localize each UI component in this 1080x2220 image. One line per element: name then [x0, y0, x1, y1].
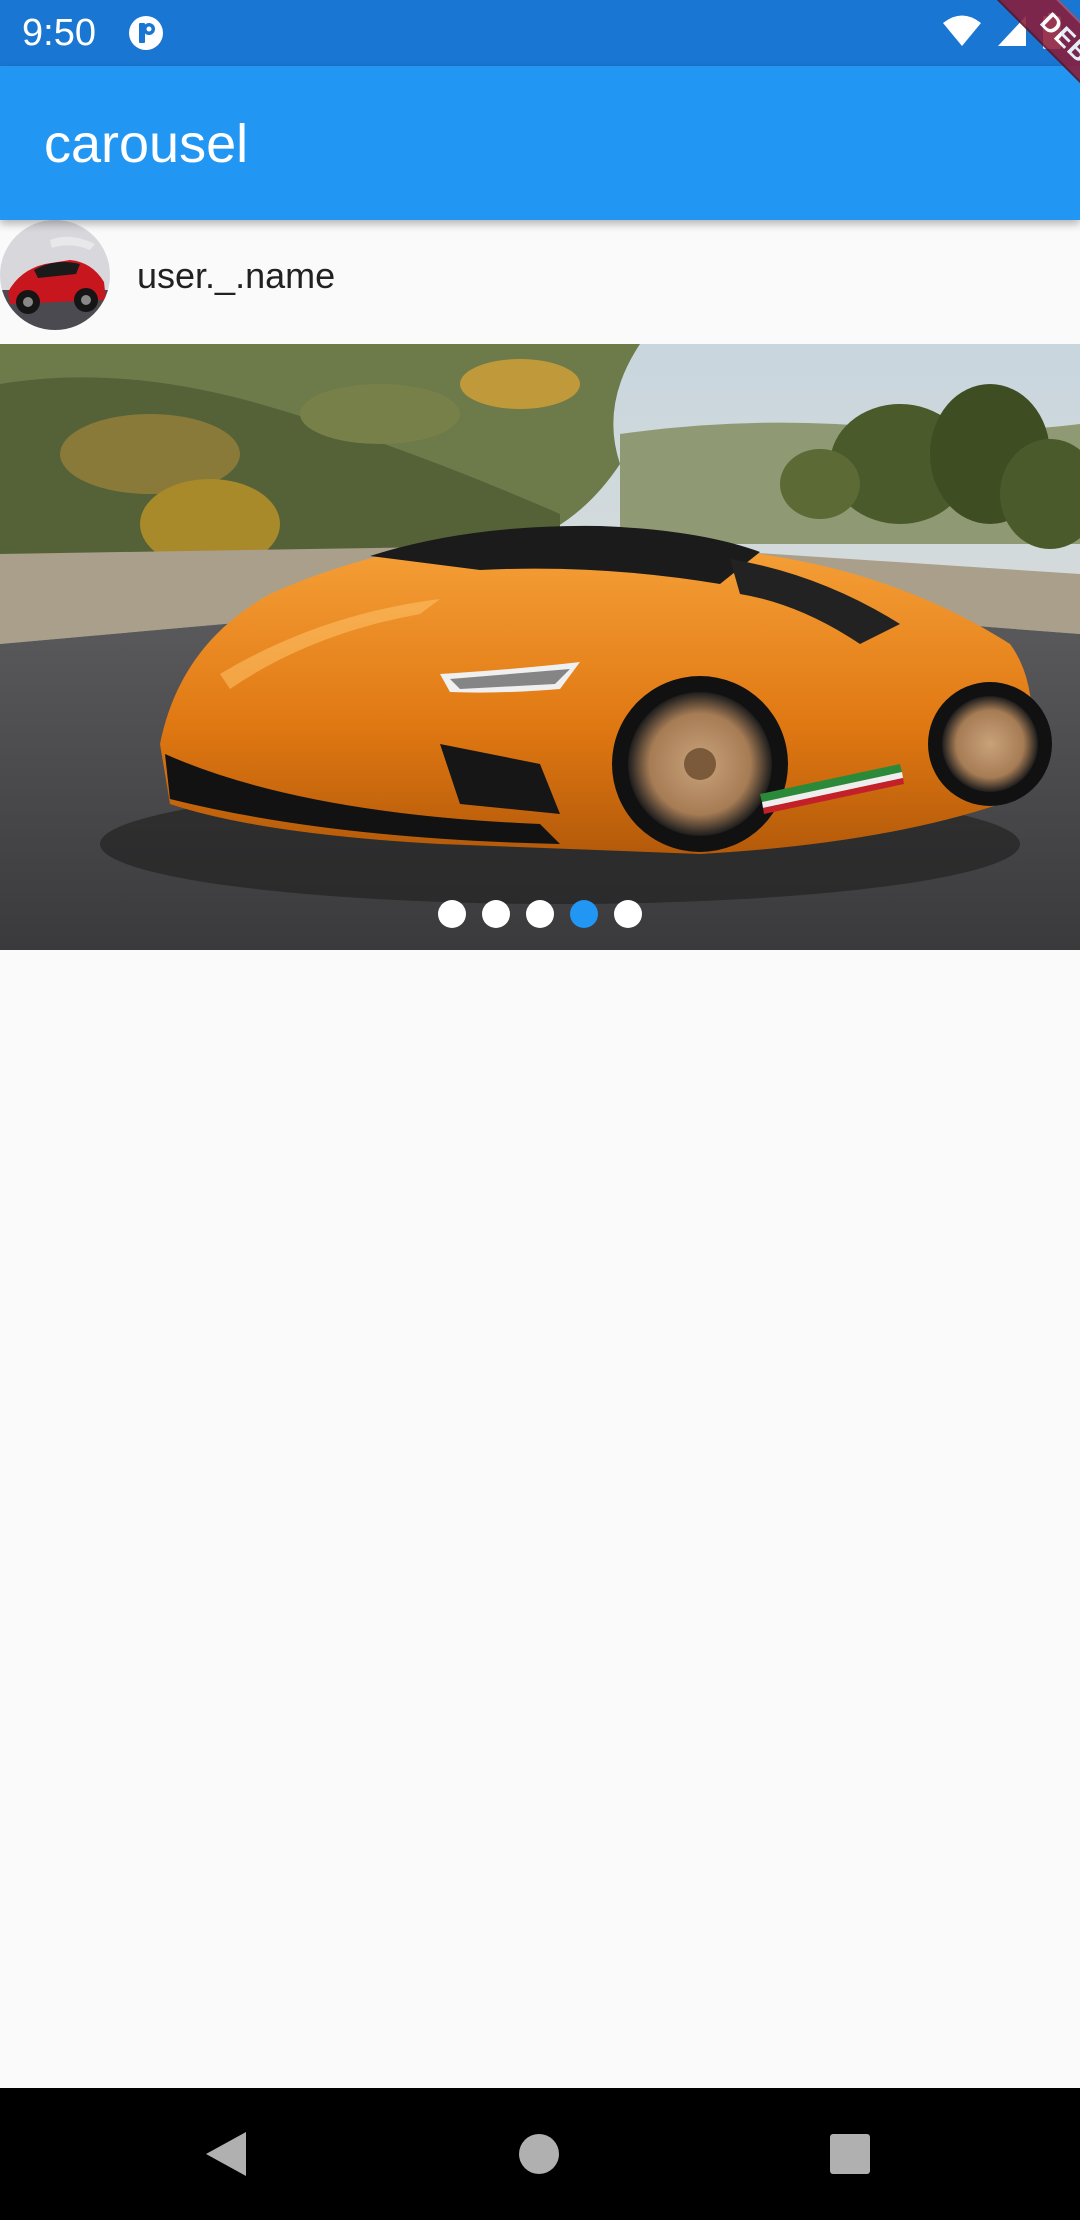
red-car-avatar-image	[0, 220, 110, 330]
username: user._.name	[137, 255, 336, 296]
back-button[interactable]	[192, 2120, 260, 2188]
carousel-dot[interactable]	[526, 900, 554, 928]
carousel-indicator	[0, 900, 1080, 928]
recents-button[interactable]	[816, 2120, 884, 2188]
navigation-bar	[0, 2088, 1080, 2220]
status-icons	[942, 12, 1062, 54]
home-icon	[519, 2134, 559, 2174]
app-bar: carousel	[0, 66, 1080, 220]
carousel-dot[interactable]	[570, 900, 598, 928]
carousel-dot[interactable]	[438, 900, 466, 928]
home-button[interactable]	[505, 2120, 573, 2188]
page-title: carousel	[44, 114, 249, 174]
signal-icon	[996, 14, 1028, 53]
status-time: 9:50	[22, 12, 96, 54]
battery-icon	[1042, 12, 1062, 54]
recents-icon	[830, 2134, 870, 2174]
status-bar: 9:50	[0, 0, 1080, 66]
pocket-icon	[128, 15, 164, 51]
carousel-dot[interactable]	[482, 900, 510, 928]
orange-sports-car-image	[0, 344, 1080, 950]
back-icon	[206, 2132, 246, 2176]
user-header[interactable]: user._.name	[0, 220, 1080, 344]
avatar[interactable]	[0, 220, 110, 330]
carousel-dot[interactable]	[614, 900, 642, 928]
image-carousel[interactable]	[0, 344, 1080, 950]
wifi-icon	[942, 14, 982, 53]
